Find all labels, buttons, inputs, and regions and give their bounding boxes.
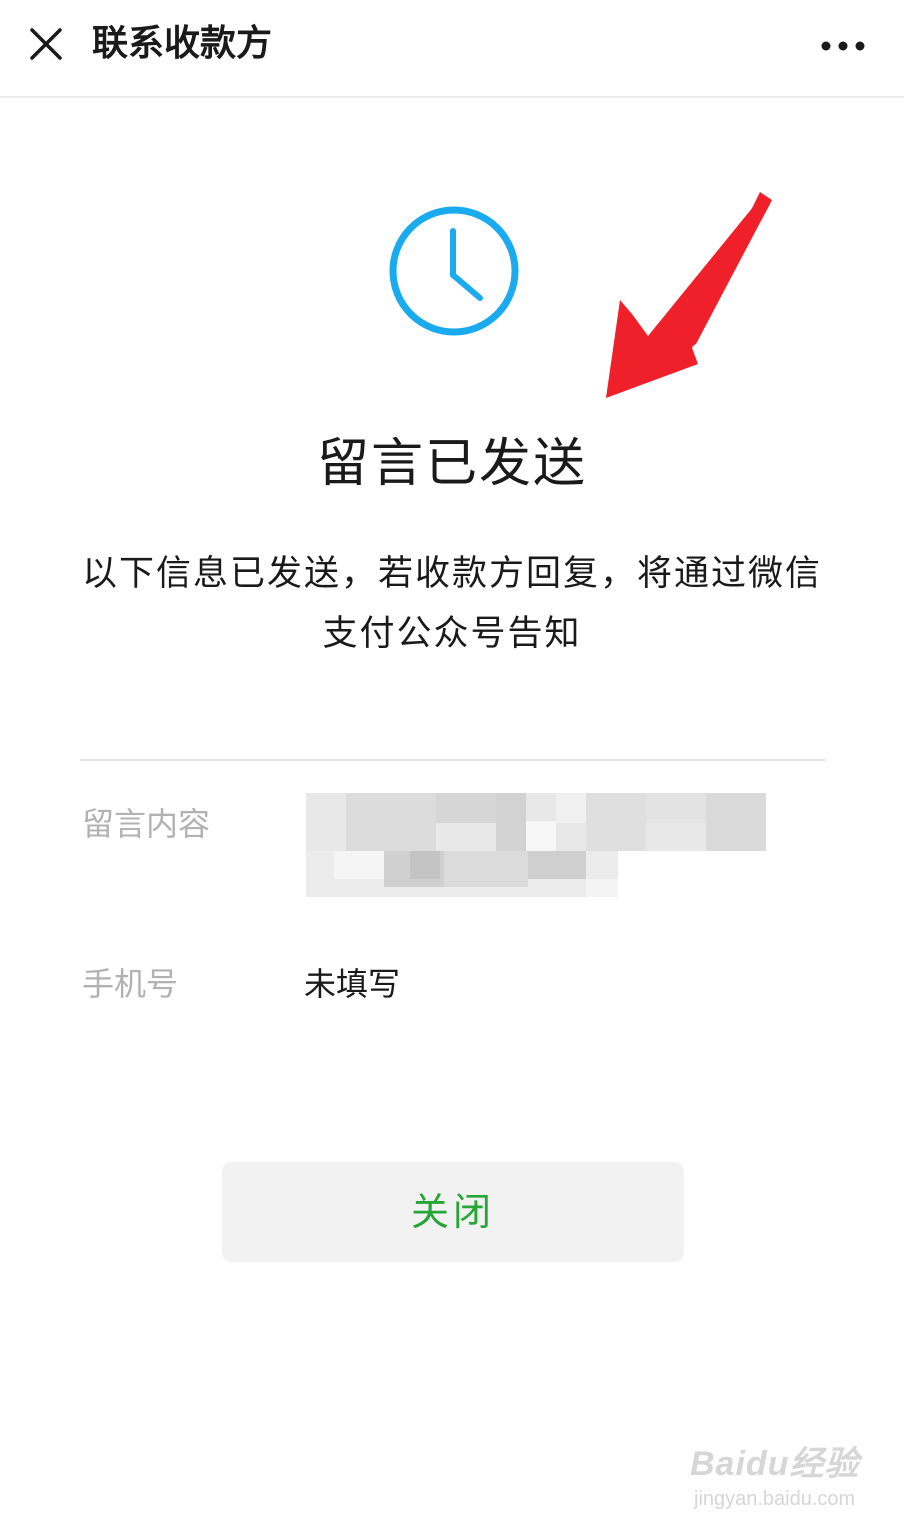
phone-value: 未填写: [304, 965, 401, 1003]
phone-label: 手机号: [82, 965, 179, 1003]
result-description: 以下信息已发送，若收款方回复，将通过微信支付公众号告知: [81, 554, 822, 654]
divider: [80, 759, 826, 761]
red-arrow-annotation-icon: [596, 186, 776, 406]
page: 联系收款方 留言已发送 以下信息已发送，若收款方回复，将通过微信支付公众号告知 …: [0, 0, 904, 1535]
message-label: 留言内容: [82, 805, 211, 843]
clock-icon: [386, 203, 522, 339]
watermark-url: jingyan.baidu.com: [694, 1488, 856, 1510]
page-title: 联系收款方: [92, 23, 273, 64]
more-dots-icon[interactable]: [816, 26, 870, 66]
result-title: 留言已发送: [316, 434, 587, 494]
watermark-logo: Baidu经验: [690, 1445, 860, 1483]
close-button[interactable]: 关闭: [222, 1162, 684, 1262]
message-content-blurred: [306, 793, 766, 899]
top-bar: 联系收款方: [0, 0, 904, 98]
baidu-jingyan-watermark: Baidu经验 jingyan.baidu.com: [690, 1436, 890, 1524]
close-icon[interactable]: [22, 20, 70, 68]
